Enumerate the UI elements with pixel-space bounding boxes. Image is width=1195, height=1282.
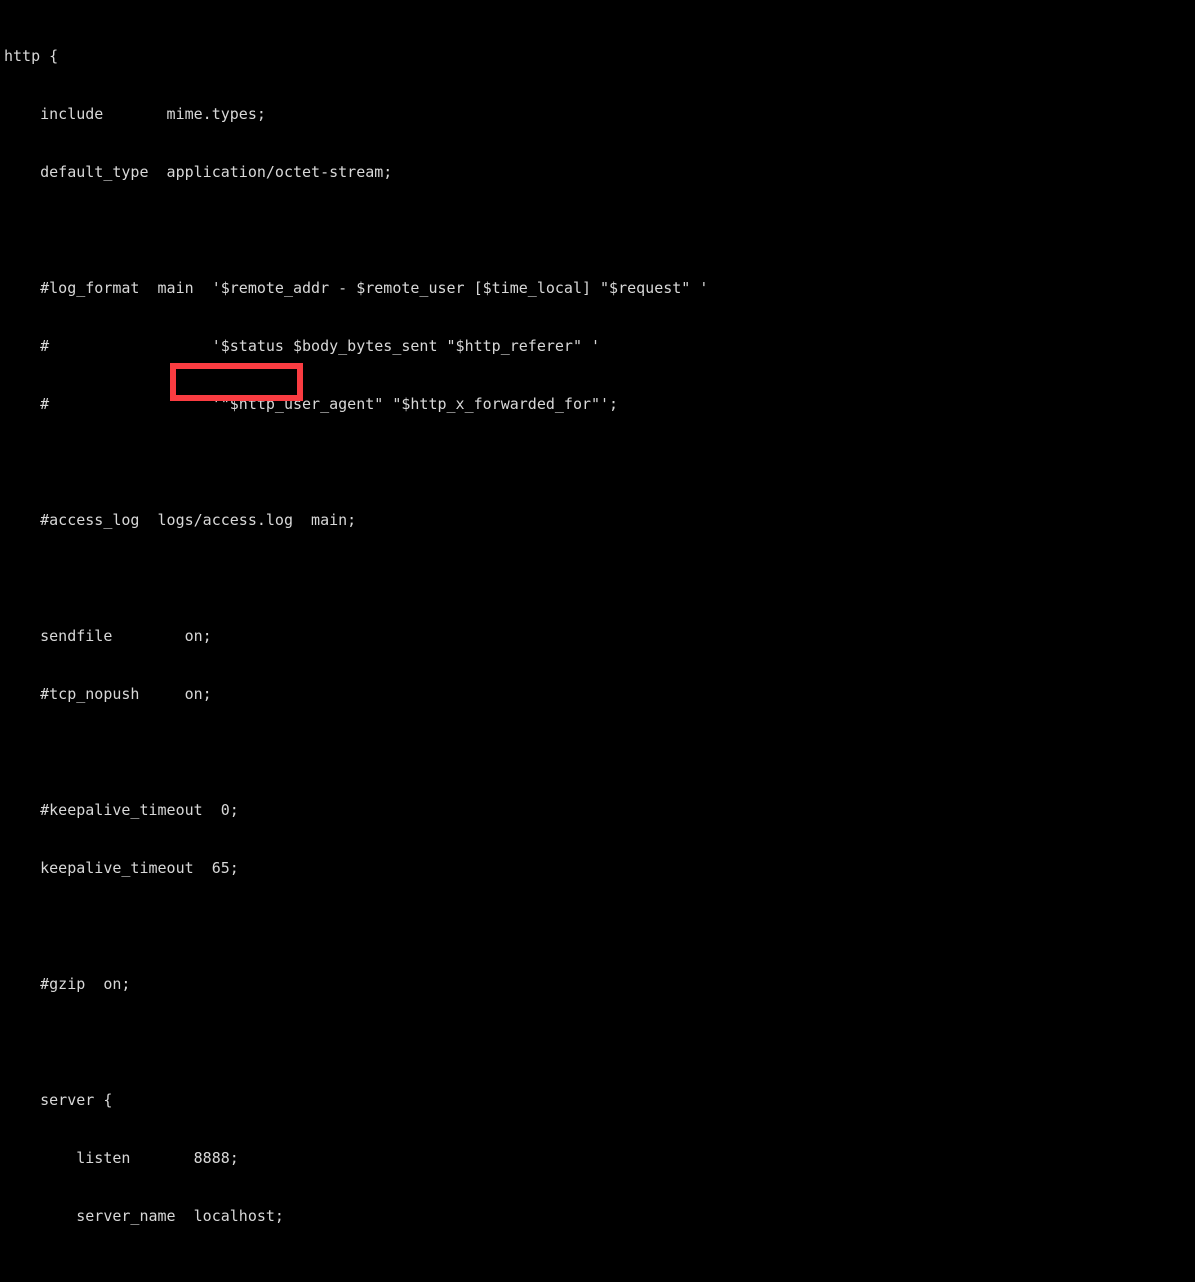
code-line: # '"$http_user_agent" "$http_x_forwarded… bbox=[4, 394, 619, 413]
code-line: #keepalive_timeout 0; bbox=[4, 801, 239, 820]
code-line: #log_format main '$remote_addr - $remote… bbox=[4, 278, 709, 297]
code-line: # '$status $body_bytes_sent "$http_refer… bbox=[4, 336, 601, 355]
code-editor-viewport[interactable]: http { include mime.types; default_type … bbox=[0, 0, 1195, 1225]
code-line: default_type application/octet-stream; bbox=[4, 162, 393, 181]
code-line: http { bbox=[4, 46, 59, 65]
code-line: server { bbox=[4, 1091, 113, 1110]
code-line: sendfile on; bbox=[4, 627, 212, 645]
code-line: #access_log logs/access.log main; bbox=[4, 510, 357, 529]
code-line: include mime.types; bbox=[4, 104, 266, 123]
code-line: #tcp_nopush on; bbox=[4, 685, 212, 704]
code-content[interactable]: http { include mime.types; default_type … bbox=[0, 8, 1195, 1282]
code-line-listen: listen 8888; bbox=[4, 1149, 239, 1168]
code-line: server_name localhost; bbox=[4, 1207, 284, 1226]
code-line: keepalive_timeout 65; bbox=[4, 859, 239, 878]
code-line: #gzip on; bbox=[4, 975, 131, 994]
